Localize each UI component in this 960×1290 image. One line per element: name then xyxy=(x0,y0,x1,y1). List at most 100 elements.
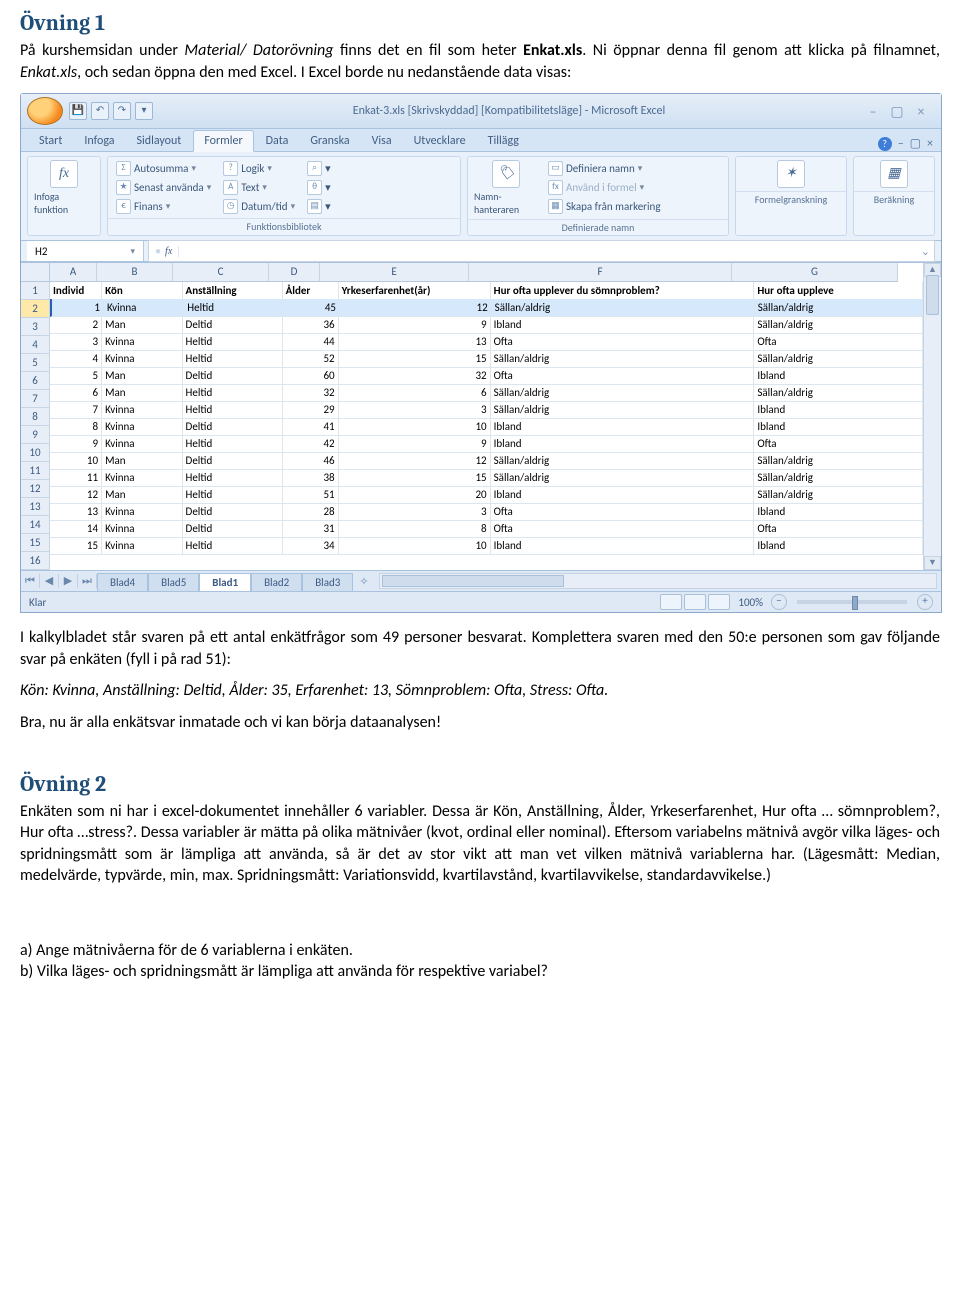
cell[interactable]: Ofta xyxy=(491,367,755,385)
cell[interactable]: Kvinna xyxy=(102,503,182,521)
row-header[interactable]: 16 xyxy=(21,552,50,570)
cell[interactable]: Sällan/aldrig xyxy=(491,384,755,402)
cell[interactable]: Ibland xyxy=(754,537,923,555)
financial-button[interactable]: €Finans xyxy=(114,198,213,215)
cell[interactable]: Heltid xyxy=(183,537,283,555)
col-header[interactable]: D xyxy=(269,263,320,282)
cell[interactable]: Kvinna xyxy=(102,537,182,555)
header-cell[interactable]: Hur ofta upplever du sömnproblem? xyxy=(491,282,755,300)
cell[interactable]: Sällan/aldrig xyxy=(491,401,755,419)
row-header[interactable]: 15 xyxy=(21,534,50,552)
row-header[interactable]: 9 xyxy=(21,426,50,444)
cell[interactable]: Ibland xyxy=(491,435,755,453)
row-header[interactable]: 1 xyxy=(21,282,50,300)
datetime-button[interactable]: ◷Datum/tid xyxy=(221,198,297,215)
cell[interactable]: 10 xyxy=(339,537,491,555)
select-all-corner[interactable] xyxy=(21,263,50,282)
cell[interactable]: 7 xyxy=(50,401,102,419)
cell[interactable]: Kvinna xyxy=(102,520,182,538)
cell[interactable]: 8 xyxy=(339,520,491,538)
cell[interactable]: Man xyxy=(102,452,182,470)
cell[interactable]: Ibland xyxy=(754,401,923,419)
save-icon[interactable]: 💾 xyxy=(69,102,87,120)
row-header[interactable]: 13 xyxy=(21,498,50,516)
hscroll-thumb[interactable] xyxy=(382,575,564,587)
insert-function-button[interactable]: fx Infoga funktion xyxy=(34,160,94,216)
row-header[interactable]: 3 xyxy=(21,318,50,336)
cell[interactable]: Sällan/aldrig xyxy=(754,384,923,402)
cell[interactable]: 8 xyxy=(50,418,102,436)
header-cell[interactable]: Ålder xyxy=(283,282,339,300)
cell[interactable]: Heltid xyxy=(183,350,283,368)
cell[interactable]: Ofta xyxy=(491,520,755,538)
more-button[interactable]: ▤▾ xyxy=(305,198,333,215)
tab-start[interactable]: Start xyxy=(29,131,72,151)
col-header[interactable]: F xyxy=(469,263,732,282)
cell[interactable]: 12 xyxy=(339,452,491,470)
name-manager-button[interactable]: 🏷 Namn- hanteraren xyxy=(474,160,538,216)
cell[interactable]: 15 xyxy=(339,350,491,368)
qat-drop-icon[interactable]: ▾ xyxy=(135,102,153,120)
cell[interactable]: 4 xyxy=(50,350,102,368)
cell[interactable]: Man xyxy=(102,486,182,504)
cell[interactable]: Heltid xyxy=(183,486,283,504)
zoom-out-button[interactable]: − xyxy=(771,594,787,610)
header-cell[interactable]: Individ xyxy=(50,282,102,300)
cell[interactable]: Ofta xyxy=(491,503,755,521)
cell[interactable]: Heltid xyxy=(183,333,283,351)
cell[interactable]: 13 xyxy=(50,503,102,521)
doc-maximize-button[interactable]: ▢ xyxy=(910,136,921,151)
tab-formler[interactable]: Formler xyxy=(193,130,253,152)
formula-expand-icon[interactable]: ⌄ xyxy=(917,245,934,258)
row-header[interactable]: 6 xyxy=(21,372,50,390)
row-header[interactable]: 10 xyxy=(21,444,50,462)
sheet-prev-icon[interactable]: ◀ xyxy=(40,574,59,588)
zoom-in-button[interactable]: + xyxy=(917,594,933,610)
row-header[interactable]: 7 xyxy=(21,390,50,408)
cell[interactable]: 60 xyxy=(283,367,339,385)
col-header[interactable]: B xyxy=(97,263,173,282)
cell[interactable]: Kvinna xyxy=(102,418,182,436)
cell[interactable]: 44 xyxy=(283,333,339,351)
cell[interactable]: 3 xyxy=(339,503,491,521)
sheet-tab[interactable]: Blad4 xyxy=(97,573,148,591)
create-names-button[interactable]: ▦Skapa från markering xyxy=(546,198,663,215)
row-header[interactable]: 12 xyxy=(21,480,50,498)
cell[interactable]: 41 xyxy=(283,418,339,436)
row-header[interactable]: 11 xyxy=(21,462,50,480)
close-button[interactable]: × xyxy=(913,103,929,120)
cell[interactable]: Sällan/aldrig xyxy=(754,486,923,504)
cell[interactable]: Ibland xyxy=(491,537,755,555)
cell[interactable]: Ibland xyxy=(491,418,755,436)
cell[interactable]: Heltid xyxy=(184,299,284,317)
cell[interactable]: Heltid xyxy=(183,469,283,487)
cell[interactable]: 9 xyxy=(339,316,491,334)
autosum-button[interactable]: ΣAutosumma xyxy=(114,160,213,177)
sheet-tab[interactable]: Blad1 xyxy=(199,573,251,591)
header-cell[interactable]: Kön xyxy=(102,282,182,300)
cell[interactable]: 10 xyxy=(339,418,491,436)
tab-visa[interactable]: Visa xyxy=(362,131,402,151)
sheet-tab[interactable]: Blad3 xyxy=(302,573,353,591)
cell[interactable]: Sällan/aldrig xyxy=(492,299,755,317)
calc-button[interactable]: ▦ xyxy=(862,160,926,188)
col-header[interactable]: C xyxy=(173,263,269,282)
cell[interactable]: Deltid xyxy=(183,503,283,521)
cell[interactable]: Ofta xyxy=(491,333,755,351)
tab-tillagg[interactable]: Tillägg xyxy=(478,131,529,151)
cell[interactable]: Sällan/aldrig xyxy=(754,350,923,368)
fx-label-icon[interactable]: fx xyxy=(165,246,172,257)
cell[interactable]: 12 xyxy=(50,486,102,504)
cell[interactable]: Sällan/aldrig xyxy=(491,452,755,470)
cell[interactable]: Ofta xyxy=(754,333,923,351)
cell[interactable]: Kvinna xyxy=(102,435,182,453)
cell[interactable]: 14 xyxy=(50,520,102,538)
sheet-first-icon[interactable]: ⏮ xyxy=(21,574,40,588)
col-header[interactable]: E xyxy=(320,263,469,282)
cell[interactable]: 36 xyxy=(283,316,339,334)
cell[interactable]: 3 xyxy=(339,401,491,419)
cell[interactable]: Deltid xyxy=(183,520,283,538)
row-header[interactable]: 14 xyxy=(21,516,50,534)
text-button[interactable]: AText xyxy=(221,179,297,196)
cell[interactable]: 31 xyxy=(283,520,339,538)
